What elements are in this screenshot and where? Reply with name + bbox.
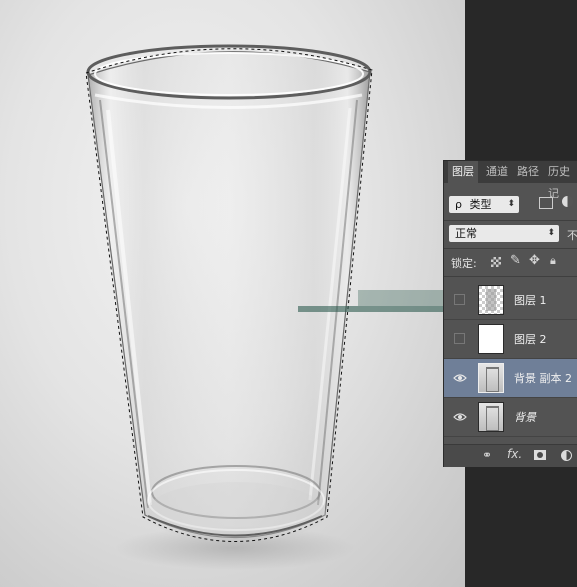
layer-row[interactable]: 背景 副本 2 <box>444 359 577 398</box>
layers-panel: 图层 通道 路径 历史记 ρ 类型 ⬍ 正常 ⬍ 不 锁定: ✎ ✥ 🔒︎ 图层… <box>443 160 577 467</box>
lock-label: 锁定: <box>451 257 477 270</box>
layer-name[interactable]: 背景 副本 2 <box>514 370 572 386</box>
tab-paths[interactable]: 路径 <box>517 161 539 183</box>
opacity-label: 不 <box>567 229 577 242</box>
updown-arrow-icon: ⬍ <box>547 228 555 238</box>
layer-row[interactable]: 图层 1 <box>444 281 577 320</box>
layer-row[interactable]: 图层 2 <box>444 320 577 359</box>
layer-thumbnail <box>478 363 504 393</box>
lock-all-icon[interactable]: 🔒︎ <box>550 254 556 268</box>
eye-icon[interactable] <box>453 410 467 424</box>
layer-thumbnail <box>478 324 504 354</box>
tab-channels[interactable]: 通道 <box>486 161 508 183</box>
filter-kind-label: 类型 <box>469 198 492 211</box>
tab-layers[interactable]: 图层 <box>448 161 478 183</box>
search-icon: ρ <box>455 198 462 211</box>
lock-transparent-icon[interactable] <box>491 257 501 267</box>
updown-arrow-icon: ⬍ <box>507 199 515 209</box>
visibility-toggle[interactable] <box>454 294 465 305</box>
mask-icon[interactable] <box>534 450 546 460</box>
lock-move-icon[interactable]: ✥ <box>529 253 540 268</box>
panel-tab-bar: 图层 通道 路径 历史记 <box>444 161 577 200</box>
blend-mode-label: 正常 <box>455 227 477 240</box>
layer-row[interactable]: 背景 <box>444 398 577 437</box>
visibility-toggle[interactable] <box>454 333 465 344</box>
watermark <box>298 290 450 312</box>
tab-history[interactable]: 历史记 <box>548 161 577 200</box>
layer-name[interactable]: 图层 2 <box>514 331 547 347</box>
panel-bottom-bar: ⚭ fx. <box>444 444 577 467</box>
layer-name[interactable]: 背景 <box>514 409 536 425</box>
link-icon[interactable]: ⚭ <box>482 448 492 462</box>
lock-brush-icon[interactable]: ✎ <box>510 253 521 268</box>
image-filter-icon[interactable] <box>539 197 553 209</box>
adjustment-filter-icon[interactable] <box>562 196 573 207</box>
filter-kind-select[interactable]: ρ 类型 ⬍ <box>449 196 519 213</box>
eye-icon[interactable] <box>453 371 467 385</box>
adjustment-layer-icon[interactable] <box>561 450 572 461</box>
layer-thumbnail <box>478 285 504 315</box>
blend-mode-select[interactable]: 正常 ⬍ <box>449 225 559 242</box>
layer-name[interactable]: 图层 1 <box>514 292 547 308</box>
fx-icon[interactable]: fx. <box>507 447 522 461</box>
layer-thumbnail <box>478 402 504 432</box>
